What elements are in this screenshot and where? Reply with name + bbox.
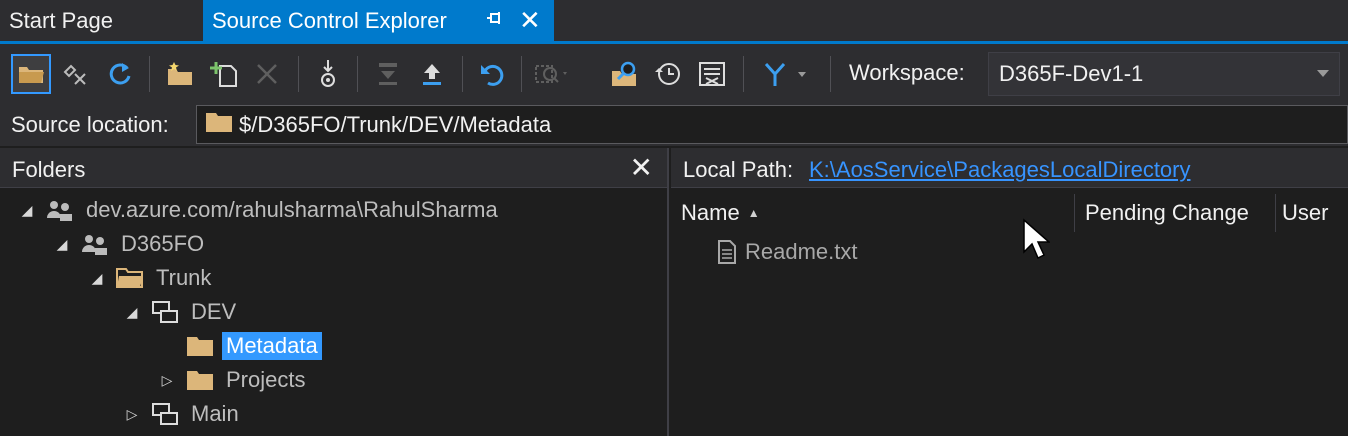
branch-folder-icon	[151, 402, 179, 426]
tree-item-projects[interactable]: ▷ Projects	[158, 364, 309, 396]
compare-icon[interactable]	[604, 54, 644, 94]
tree-item-label: dev.azure.com/rahulsharma\RahulSharma	[86, 197, 498, 222]
expanded-arrow-icon[interactable]: ◢	[53, 236, 71, 253]
team-project-icon	[81, 232, 109, 256]
tree-item-label: Metadata	[222, 332, 322, 360]
add-items-icon[interactable]	[204, 54, 244, 94]
team-project-collection-icon	[46, 198, 74, 222]
branch-icon[interactable]	[755, 54, 817, 94]
close-icon[interactable]: ✕	[630, 151, 653, 184]
close-tab-icon[interactable]: ✕	[519, 6, 541, 34]
details-pane: Local Path: K:\AosService\PackagesLocalD…	[671, 148, 1348, 436]
open-folder-icon[interactable]	[11, 54, 51, 94]
tree-item-main[interactable]: ▷ Main	[123, 398, 243, 430]
toolbar-separator	[521, 56, 522, 92]
expanded-arrow-icon[interactable]: ◢	[123, 304, 141, 321]
tree-item-label: D365FO	[121, 231, 205, 256]
source-location-value: $/D365FO/Trunk/DEV/Metadata	[239, 111, 552, 137]
tree-item-trunk[interactable]: ◢ Trunk	[88, 262, 215, 294]
pin-icon[interactable]	[485, 8, 505, 32]
tree-item-label: Trunk	[156, 265, 212, 290]
mouse-cursor-icon	[1022, 218, 1051, 265]
source-location-bar: Source location: $/D365FO/Trunk/DEV/Meta…	[0, 102, 1348, 146]
view-shelvesets-icon[interactable]	[692, 54, 732, 94]
new-folder-icon[interactable]	[160, 54, 200, 94]
local-path-link[interactable]: K:\AosService\PackagesLocalDirectory	[809, 157, 1191, 183]
tree-item-metadata[interactable]: Metadata	[158, 330, 322, 362]
tree-item-label: DEV	[191, 299, 237, 324]
dropdown-arrow-icon	[1317, 70, 1329, 77]
column-label: Name	[681, 200, 740, 225]
history-icon[interactable]	[648, 54, 688, 94]
branch-folder-icon	[151, 300, 179, 324]
disconnect-icon[interactable]	[55, 54, 95, 94]
toolbar-separator	[743, 56, 744, 92]
undo-icon[interactable]	[472, 54, 512, 94]
sort-ascending-icon: ▲	[747, 206, 760, 220]
folder-icon	[205, 111, 233, 139]
column-label: User	[1282, 200, 1329, 225]
refresh-icon[interactable]	[100, 54, 140, 94]
document-tab-strip: Start Page Source Control Explorer ✕	[0, 0, 1348, 44]
column-header-user[interactable]: User	[1276, 194, 1348, 232]
collapsed-arrow-icon[interactable]: ▷	[123, 406, 141, 423]
local-path-header: Local Path: K:\AosService\PackagesLocalD…	[671, 148, 1348, 188]
find-icon[interactable]	[532, 54, 572, 94]
tree-item-label: Projects	[226, 367, 306, 392]
source-location-input[interactable]: $/D365FO/Trunk/DEV/Metadata	[196, 105, 1348, 144]
toolbar: Workspace: D365F-Dev1-1	[0, 44, 1348, 102]
folders-pane: Folders ✕ ◢ dev.azure.com/rahulsharma\Ra…	[0, 148, 669, 436]
tree-item-d365fo[interactable]: ◢ D365FO	[53, 228, 208, 260]
tab-label: Source Control Explorer	[212, 7, 447, 33]
rename-icon[interactable]	[308, 54, 348, 94]
folders-header: Folders ✕	[0, 148, 667, 188]
text-file-icon	[717, 240, 737, 264]
list-item[interactable]: Readme.txt	[717, 236, 858, 268]
tab-source-control-explorer[interactable]: Source Control Explorer ✕	[203, 0, 554, 41]
file-name: Readme.txt	[745, 239, 858, 264]
workspace-label: Workspace:	[849, 60, 965, 85]
collapsed-arrow-icon[interactable]: ▷	[158, 372, 176, 389]
folder-icon	[186, 369, 214, 391]
tree-item-dev[interactable]: ◢ DEV	[123, 296, 240, 328]
workspace-dropdown[interactable]: D365F-Dev1-1	[988, 52, 1340, 96]
folder-icon	[186, 335, 214, 357]
download-icon[interactable]	[368, 54, 408, 94]
column-header-name[interactable]: Name ▲	[671, 194, 1075, 232]
local-path-label: Local Path:	[683, 157, 794, 182]
toolbar-separator	[830, 56, 831, 92]
upload-icon[interactable]	[412, 54, 452, 94]
toolbar-separator	[357, 56, 358, 92]
column-header-pending-change[interactable]: Pending Change	[1075, 194, 1276, 232]
workspace-value: D365F-Dev1-1	[999, 61, 1144, 86]
column-headers: Name ▲ Pending Change User	[671, 194, 1348, 232]
folder-open-icon	[116, 267, 144, 289]
expanded-arrow-icon[interactable]: ◢	[18, 202, 36, 219]
column-label: Pending Change	[1085, 200, 1249, 225]
source-location-label: Source location:	[11, 112, 169, 137]
toolbar-separator	[149, 56, 150, 92]
delete-icon[interactable]	[247, 54, 287, 94]
tab-start-page[interactable]: Start Page	[0, 0, 203, 41]
expanded-arrow-icon[interactable]: ◢	[88, 270, 106, 287]
toolbar-separator	[462, 56, 463, 92]
toolbar-separator	[298, 56, 299, 92]
tree-item-label: Main	[191, 401, 239, 426]
tree-item-server[interactable]: ◢ dev.azure.com/rahulsharma\RahulSharma	[18, 194, 502, 226]
tab-label: Start Page	[9, 7, 113, 33]
folders-title: Folders	[12, 157, 86, 182]
